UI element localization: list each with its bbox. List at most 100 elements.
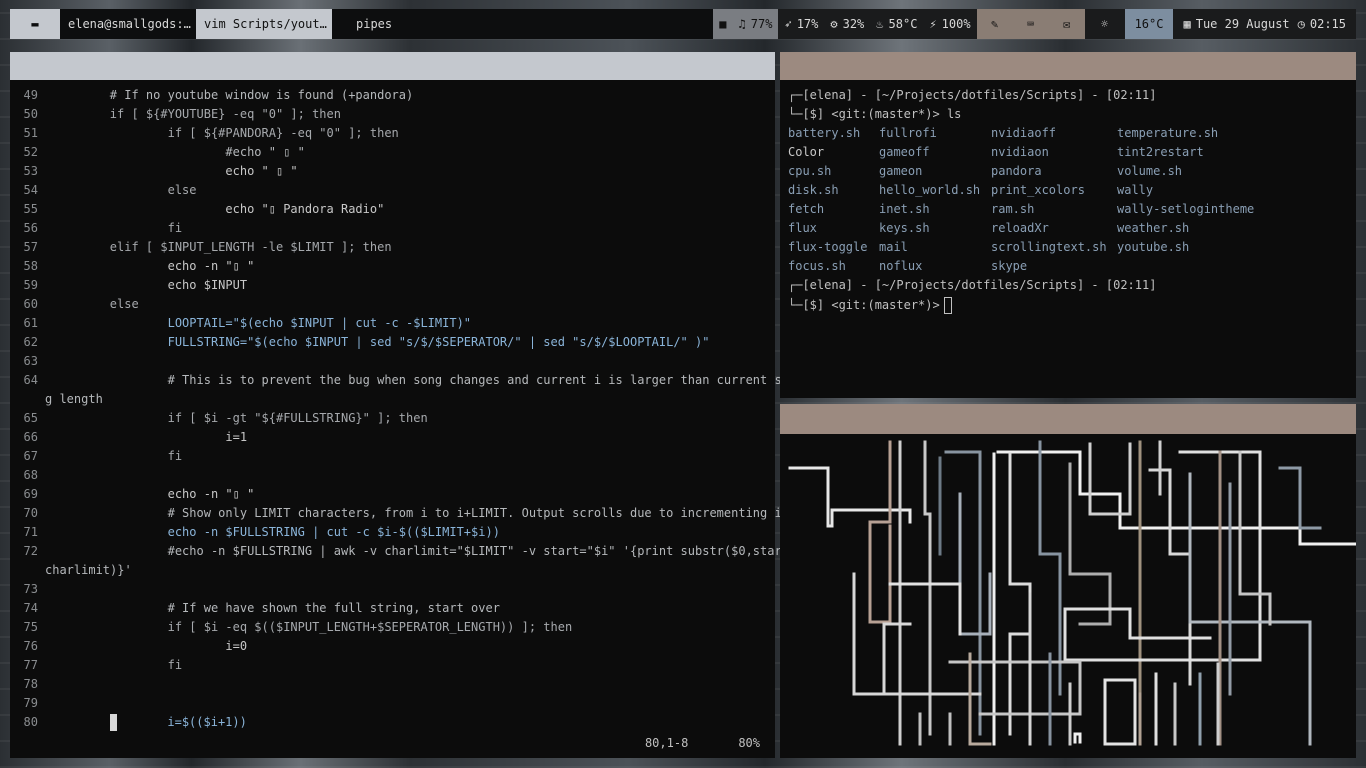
line-number: 59 (23, 278, 38, 292)
code-line[interactable]: 66 i=1 (10, 428, 775, 447)
line-number: 49 (23, 88, 38, 102)
code-line[interactable]: 72 #echo -n $FULLSTRING | awk -v charlim… (10, 542, 797, 561)
code-text: echo -n "▯ " (52, 259, 255, 273)
music-status[interactable]: ♫ 77% (732, 9, 779, 39)
prompt-text: └─[$] <git:(master*)> (788, 298, 940, 312)
vim-statusline: 80,1-8 80% (595, 736, 760, 750)
line-number: 73 (23, 582, 38, 596)
line-number: 50 (23, 107, 38, 121)
ls-entry: Color (788, 145, 825, 159)
ls-entry: battery.sh (788, 126, 861, 140)
ls-entry: flux-toggle (788, 240, 868, 254)
line-number: 75 (23, 620, 38, 634)
code-line[interactable]: 53 echo " ▯ " (10, 162, 775, 181)
music-volume-label: 77% (750, 17, 773, 31)
code-line[interactable]: 78 (10, 675, 775, 694)
gamepad-icon[interactable]: ⌨ (1012, 9, 1049, 39)
code-line[interactable]: 80 i=$(($i+1)) (10, 713, 775, 732)
workspace-tab-pipes[interactable]: pipes (332, 9, 422, 39)
ls-entry: pandora (991, 164, 1042, 178)
code-line[interactable]: 50 if [ ${#YOUTUBE} -eq "0" ]; then (10, 105, 775, 124)
brush-icon[interactable]: ✎ (976, 9, 1013, 39)
code-line[interactable]: 55 echo "▯ Pandora Radio" (10, 200, 775, 219)
weather-label: 16°C (1134, 17, 1164, 31)
code-line[interactable]: 64 # This is to prevent the bug when son… (10, 371, 797, 390)
command-input[interactable]: └─[$] <git:(master*)> (788, 297, 952, 314)
code-line[interactable]: 70 # Show only LIMIT characters, from i … (10, 504, 782, 523)
code-text: #echo " ▯ " (52, 145, 305, 159)
code-line[interactable]: 52 #echo " ▯ " (10, 143, 775, 162)
music-icon: ♫ (738, 17, 746, 31)
code-line[interactable]: 60 else (10, 295, 775, 314)
code-line[interactable]: 75 if [ $i -eq $(($INPUT_LENGTH+$SEPERAT… (10, 618, 775, 637)
code-line[interactable]: 49 # If no youtube window is found (+pan… (10, 86, 775, 105)
code-line[interactable]: 62 FULLSTRING="$(echo $INPUT | sed "s/$/… (10, 333, 775, 352)
ls-entry: gameoff (879, 145, 930, 159)
ls-entry: fullrofi (879, 126, 937, 140)
code-line[interactable]: 56 fi (10, 219, 775, 238)
code-line[interactable]: 68 (10, 466, 775, 485)
terminal-icon[interactable]: ▬ (10, 9, 60, 39)
line-number: 57 (23, 240, 38, 254)
rocket-status: ➶ 17% (778, 9, 825, 39)
prompt-line: ┌─[elena] - [~/Projects/dotfiles/Scripts… (788, 278, 1157, 292)
code-text: LOOPTAIL="$(echo $INPUT | cut -c -$LIMIT… (52, 316, 472, 330)
code-line[interactable]: 58 echo -n "▯ " (10, 257, 775, 276)
line-number: 51 (23, 126, 38, 140)
ls-entry: flux (788, 221, 817, 235)
code-line[interactable]: 73 (10, 580, 775, 599)
rocket-icon: ➶ (784, 17, 792, 31)
ls-entry: skype (991, 259, 1028, 273)
clock-status: ▦ Tue 29 August ◷ 02:15 (1173, 9, 1356, 39)
ls-entry: youtube.sh (1117, 240, 1190, 254)
line-number: 64 (23, 373, 38, 387)
vim-titlebar[interactable] (10, 52, 775, 80)
code-line[interactable]: 79 (10, 694, 775, 713)
terminal-window[interactable]: ┌─[elena] - [~/Projects/dotfiles/Scripts… (780, 52, 1356, 398)
workspace-tab-terminal[interactable]: elena@smallgods:… (60, 9, 196, 39)
scroll-percent: 80% (738, 736, 760, 750)
code-line[interactable]: 74 # If we have shown the full string, s… (10, 599, 775, 618)
ls-entry: cpu.sh (788, 164, 832, 178)
code-text: fi (52, 449, 183, 463)
code-line[interactable]: 71 echo -n $FULLSTRING | cut -c $i-$(($L… (10, 523, 775, 542)
code-text: echo "▯ Pandora Radio" (52, 202, 385, 216)
ls-entry: scrollingtext.sh (991, 240, 1107, 254)
code-line[interactable]: 63 (10, 352, 775, 371)
terminal-titlebar[interactable] (780, 52, 1356, 80)
date-label: Tue 29 August (1195, 17, 1290, 31)
code-text: i=$(($i+1)) (116, 715, 247, 729)
code-text: else (52, 183, 197, 197)
line-number: 66 (23, 430, 38, 444)
ls-entry: hello_world.sh (879, 183, 981, 197)
workspace-tab-vim[interactable]: vim Scripts/yout… (196, 9, 332, 39)
line-number: 72 (23, 544, 38, 558)
pipes-titlebar[interactable] (780, 404, 1356, 434)
code-text: echo -n $FULLSTRING | cut -c $i-$(($LIMI… (52, 525, 500, 539)
line-number: 68 (23, 468, 38, 482)
vim-editor-buffer[interactable]: 49 # If no youtube window is found (+pan… (10, 86, 797, 732)
code-line[interactable]: 54 else (10, 181, 775, 200)
pipes-window[interactable] (780, 404, 1356, 758)
code-line[interactable]: 76 i=0 (10, 637, 775, 656)
code-line[interactable]: 59 echo $INPUT (10, 276, 775, 295)
mail-icon[interactable]: ✉ (1048, 9, 1085, 39)
code-line[interactable]: 67 fi (10, 447, 775, 466)
line-number: 54 (23, 183, 38, 197)
lightbulb-icon[interactable]: ☼ (1084, 9, 1125, 39)
ls-entry: tint2restart (1117, 145, 1204, 159)
code-line[interactable]: 77 fi (10, 656, 775, 675)
code-line[interactable]: 65 if [ $i -gt "${#FULLSTRING}" ]; then (10, 409, 775, 428)
code-line[interactable]: 69 echo -n "▯ " (10, 485, 775, 504)
code-line[interactable]: 51 if [ ${#PANDORA} -eq "0" ]; then (10, 124, 775, 143)
line-number: 76 (23, 639, 38, 653)
ls-entry: focus.sh (788, 259, 846, 273)
code-line[interactable]: 61 LOOPTAIL="$(echo $INPUT | cut -c -$LI… (10, 314, 775, 333)
code-line[interactable]: 57 elif [ $INPUT_LENGTH -le $LIMIT ]; th… (10, 238, 775, 257)
line-number: 79 (23, 696, 38, 710)
stop-icon[interactable]: ■ (713, 9, 733, 39)
vim-window[interactable]: 49 # If no youtube window is found (+pan… (10, 52, 797, 758)
time-label: 02:15 (1309, 17, 1346, 31)
line-number: 56 (23, 221, 38, 235)
code-text: #echo -n $FULLSTRING | awk -v charlimit=… (52, 544, 797, 558)
